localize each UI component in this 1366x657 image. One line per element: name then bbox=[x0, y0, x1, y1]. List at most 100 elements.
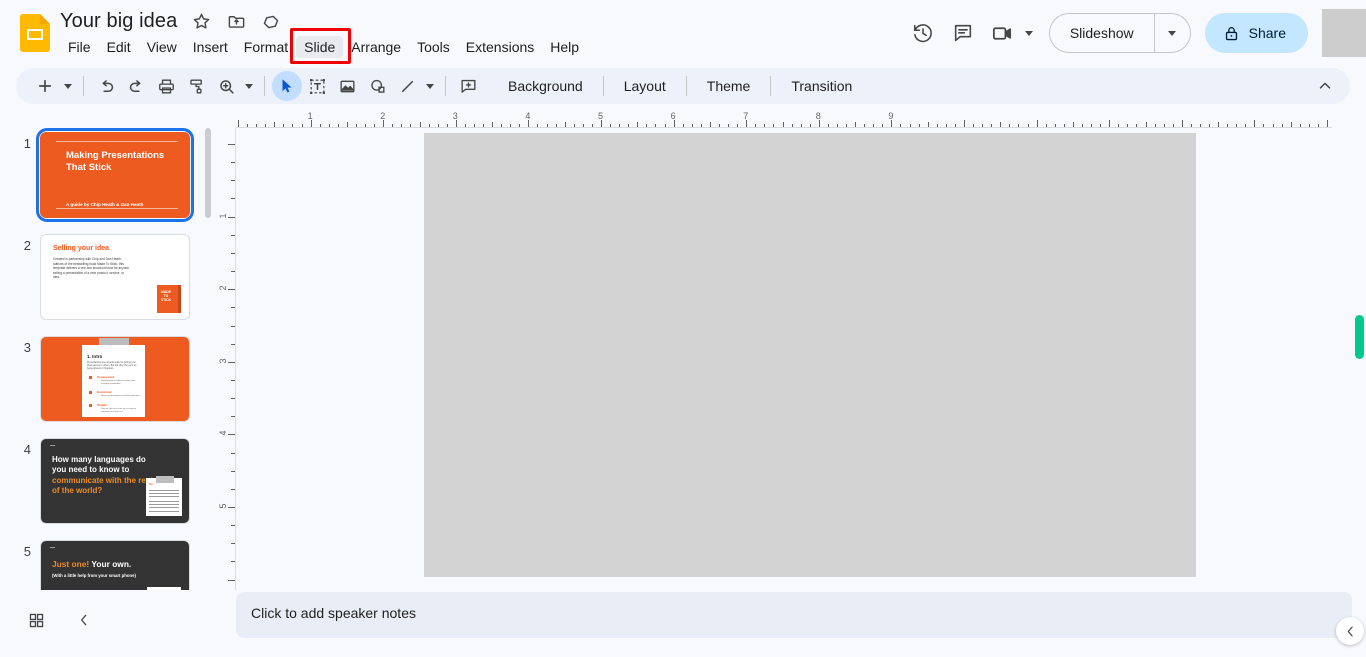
right-scroll-indicator[interactable] bbox=[1355, 315, 1364, 359]
paint-format-icon[interactable] bbox=[181, 71, 211, 101]
list-item[interactable]: 1 Making Presentations That Stick A guid… bbox=[0, 128, 194, 222]
slide-thumbnail-3[interactable]: 1. Intro Presentations are powerful tool… bbox=[40, 336, 190, 422]
bullet-heading: Simple bbox=[97, 403, 107, 407]
vertical-ruler[interactable]: 1 2 3 4 5 bbox=[218, 128, 236, 590]
chevron-down-icon[interactable] bbox=[1024, 30, 1033, 36]
bullet-text: Strip an idea to its core so it is easy … bbox=[101, 408, 136, 413]
slide-number: 1 bbox=[23, 136, 31, 151]
horizontal-ruler[interactable]: 1 2 3 4 5 6 7 8 9 bbox=[236, 110, 1332, 128]
print-icon[interactable] bbox=[151, 71, 181, 101]
thumbnail-canvas: Making Presentations That Stick A guide … bbox=[40, 132, 190, 218]
transition-button[interactable]: Transition bbox=[778, 72, 865, 100]
tick-mark bbox=[50, 547, 55, 548]
new-slide-dropdown-icon[interactable] bbox=[60, 71, 76, 101]
line-icon[interactable] bbox=[392, 71, 422, 101]
toolbar-divider bbox=[445, 76, 446, 96]
list-item[interactable]: 5 Just one! Your own. (With a little hel… bbox=[0, 540, 190, 590]
page-title[interactable]: Your big idea bbox=[60, 10, 177, 33]
background-button[interactable]: Background bbox=[495, 72, 596, 100]
ruler-label: 8 bbox=[815, 111, 821, 121]
ruler-label: 2 bbox=[380, 111, 386, 121]
menu-file[interactable]: File bbox=[60, 36, 99, 58]
new-slide-icon[interactable] bbox=[30, 71, 60, 101]
cloud-saved-icon[interactable] bbox=[260, 11, 282, 33]
toolbar-divider bbox=[770, 76, 772, 96]
version-history-icon[interactable] bbox=[903, 13, 943, 53]
star-icon[interactable] bbox=[190, 11, 212, 33]
ruler-label: 2 bbox=[218, 285, 228, 291]
lock-icon bbox=[1223, 25, 1240, 42]
menu-extensions[interactable]: Extensions bbox=[458, 36, 542, 58]
thumbnail-canvas: Selling your idea Created in partnership… bbox=[40, 234, 190, 320]
line-dropdown-icon[interactable] bbox=[422, 71, 438, 101]
canvas-area[interactable] bbox=[236, 128, 1332, 590]
slide-body-text: Created in partnership with Chip and Dan… bbox=[53, 257, 130, 280]
zoom-dropdown-icon[interactable] bbox=[241, 71, 257, 101]
slides-logo-icon bbox=[20, 14, 50, 52]
move-to-folder-icon[interactable] bbox=[225, 11, 247, 33]
slideshow-button[interactable]: Slideshow bbox=[1050, 14, 1154, 52]
meet-camera-icon[interactable] bbox=[983, 13, 1023, 53]
menu-arrange[interactable]: Arrange bbox=[343, 36, 409, 58]
filmstrip-scrollbar[interactable] bbox=[205, 128, 211, 218]
redo-icon[interactable] bbox=[121, 71, 151, 101]
slide-title-text: 1. Intro bbox=[87, 354, 103, 359]
zoom-icon[interactable] bbox=[211, 71, 241, 101]
shape-icon[interactable] bbox=[362, 71, 392, 101]
ruler-label: 3 bbox=[218, 358, 228, 364]
avatar[interactable] bbox=[1322, 9, 1366, 57]
slide-subtitle-text: A guide by Chip Heath & Dan Heath bbox=[66, 202, 144, 207]
meet-camera-button[interactable] bbox=[983, 13, 1037, 53]
slide-thumbnail-1[interactable]: Making Presentations That Stick A guide … bbox=[36, 128, 194, 222]
bullet-text: Stories make people care about your idea… bbox=[101, 395, 141, 397]
layout-button[interactable]: Layout bbox=[611, 72, 679, 100]
thumbnail-canvas: 1. Intro Presentations are powerful tool… bbox=[40, 336, 190, 422]
comment-icon[interactable] bbox=[943, 13, 983, 53]
menu-bar: File Edit View Insert Format Slide Arran… bbox=[60, 35, 587, 59]
slideshow-button-group: Slideshow bbox=[1048, 13, 1191, 53]
bullet-text: Surprising your audience makes your mess… bbox=[101, 380, 136, 385]
slide-filmstrip[interactable]: 1 Making Presentations That Stick A guid… bbox=[0, 110, 218, 590]
add-comment-icon[interactable] bbox=[453, 71, 483, 101]
share-button-label: Share bbox=[1248, 25, 1286, 41]
menu-format[interactable]: Format bbox=[236, 36, 296, 58]
document-heading: Tip bbox=[149, 483, 153, 486]
collapse-filmstrip-button[interactable] bbox=[67, 603, 101, 637]
slide-number: 2 bbox=[23, 238, 31, 253]
menu-insert[interactable]: Insert bbox=[185, 36, 236, 58]
menu-help[interactable]: Help bbox=[542, 36, 587, 58]
toolbar-divider bbox=[83, 76, 84, 96]
chevron-up-icon[interactable] bbox=[1310, 71, 1340, 101]
list-item[interactable]: 2 Selling your idea Created in partnersh… bbox=[0, 234, 190, 320]
ruler-label: 9 bbox=[888, 111, 894, 121]
ruler-label: 1 bbox=[307, 111, 313, 121]
document-graphic: Tip bbox=[146, 476, 182, 516]
toolbar-divider bbox=[685, 76, 687, 96]
slideshow-options-button[interactable] bbox=[1153, 14, 1190, 52]
list-item[interactable]: 3 1. Intro Presentations are powerful to… bbox=[0, 336, 190, 422]
expand-right-panel-button[interactable] bbox=[1336, 617, 1364, 645]
select-icon[interactable] bbox=[272, 71, 302, 101]
text-box-icon[interactable] bbox=[302, 71, 332, 101]
menu-edit[interactable]: Edit bbox=[99, 36, 139, 58]
document-graphic: 1. Intro Presentations are powerful tool… bbox=[82, 345, 145, 417]
theme-button[interactable]: Theme bbox=[694, 72, 764, 100]
image-icon[interactable] bbox=[332, 71, 362, 101]
undo-icon[interactable] bbox=[91, 71, 121, 101]
list-item[interactable]: 4 How many languages do you need to know… bbox=[0, 438, 190, 524]
bullet-heading: Unexpected bbox=[97, 375, 115, 379]
bullet-marker-icon bbox=[89, 376, 92, 379]
slide-thumbnail-4[interactable]: How many languages do you need to know t… bbox=[40, 438, 190, 524]
slide-editing-canvas[interactable] bbox=[424, 133, 1196, 577]
slide-thumbnail-5[interactable]: Just one! Your own. (With a little help … bbox=[40, 540, 190, 590]
slide-thumbnail-2[interactable]: Selling your idea Created in partnership… bbox=[40, 234, 190, 320]
share-button[interactable]: Share bbox=[1204, 13, 1308, 53]
document-title-row: Your big idea bbox=[60, 10, 282, 33]
speaker-notes-panel[interactable]: Click to add speaker notes bbox=[236, 592, 1352, 638]
grid-view-icon[interactable] bbox=[19, 603, 53, 637]
google-slides-app: Your big idea File Edit View Insert Form… bbox=[0, 0, 1366, 657]
menu-view[interactable]: View bbox=[139, 36, 185, 58]
menu-slide[interactable]: Slide bbox=[296, 36, 344, 58]
bullet-marker-icon bbox=[89, 404, 92, 407]
menu-tools[interactable]: Tools bbox=[409, 36, 458, 58]
